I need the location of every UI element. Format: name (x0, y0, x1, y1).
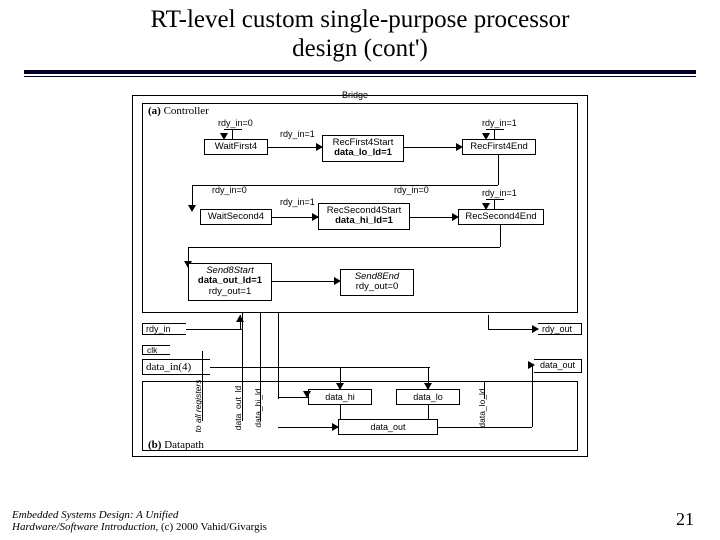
footer: Embedded Systems Design: A Unified Hardw… (12, 509, 312, 534)
edge-rdyin1-b: rdy_in=1 (482, 118, 517, 128)
edge-rdyin0-self1: rdy_in=0 (218, 118, 253, 128)
rule-thick (24, 70, 696, 74)
arrow-icon (312, 213, 319, 221)
arrow-icon (532, 325, 539, 333)
rdyout-label: rdy_out (542, 324, 572, 334)
state-send8end-act: rdy_out=0 (356, 281, 399, 292)
page-number: 21 (676, 509, 694, 530)
state-recfirst4start-name: RecFirst4Start (333, 137, 394, 148)
controller-caption-a: (a) (148, 105, 161, 117)
arrow-icon (188, 205, 196, 212)
state-send8end: Send8End rdy_out=0 (340, 269, 414, 297)
state-recfirst4end-name: RecFirst4End (470, 141, 528, 152)
arrow-icon (482, 203, 490, 210)
arrow-icon (424, 383, 432, 390)
state-send8start: Send8Start data_out_ld=1 rdy_out=1 (188, 263, 272, 302)
bridge-label: Bridge (342, 90, 368, 100)
reg-data-hi: data_hi (308, 389, 372, 405)
edge-rdyin1-d: rdy_in=1 (482, 188, 517, 198)
footer-line2-ital: Hardware/Software Introduction, (12, 521, 158, 533)
arrow-icon (316, 143, 323, 151)
reg-data-lo: data_lo (396, 389, 460, 405)
rdyin-label: rdy_in (146, 324, 171, 334)
state-recsecond4end: RecSecond4End (458, 209, 544, 226)
arrow-icon (528, 361, 535, 369)
state-waitfirst4-name: WaitFirst4 (215, 141, 257, 152)
arrow-icon (334, 277, 341, 285)
reg-data-lo-label: data_lo (413, 392, 443, 402)
arrow-icon (220, 133, 228, 140)
edge-rdyin0-c: rdy_in=0 (394, 185, 429, 195)
reg-data-hi-label: data_hi (325, 392, 355, 402)
diagram-stage: Bridge (a) Controller WaitFirst4 RecFirs… (132, 91, 588, 461)
arrow-icon (482, 133, 490, 140)
title-line2: design (cont') (292, 35, 428, 62)
reg-data-out: data_out (338, 419, 438, 435)
title-line1: RT-level custom single-purpose processor (150, 6, 569, 33)
arrow-icon (332, 423, 339, 431)
edge-rdyin1-a: rdy_in=1 (280, 129, 315, 139)
datain-label: data_in(4) (146, 361, 191, 373)
state-send8start-name: Send8Start (206, 265, 254, 276)
state-send8start-act1: data_out_ld=1 (198, 275, 262, 286)
edge-rdyin1-c: rdy_in=1 (280, 197, 315, 207)
sig-datalold-right: data_lo_ld (477, 378, 487, 438)
footer-line1: Embedded Systems Design: A Unified (12, 509, 178, 521)
state-send8start-act2: rdy_out=1 (209, 286, 252, 297)
state-waitsecond4-name: WaitSecond4 (208, 211, 264, 222)
arrow-icon (336, 383, 344, 390)
state-recsecond4end-name: RecSecond4End (465, 211, 536, 222)
state-waitfirst4: WaitFirst4 (204, 139, 268, 156)
edge-rdyin0-self2: rdy_in=0 (212, 185, 247, 195)
state-recfirst4start-act: data_lo_ld=1 (334, 147, 392, 158)
slide-title: RT-level custom single-purpose processor… (0, 0, 720, 64)
sig-datahild: data_hi_ld (253, 378, 263, 438)
state-recsecond4start-name: RecSecond4Start (327, 205, 401, 216)
state-waitsecond4: WaitSecond4 (200, 209, 272, 226)
reg-data-out-label: data_out (370, 422, 405, 432)
state-recfirst4start: RecFirst4Start data_lo_ld=1 (322, 135, 404, 163)
datapath-caption-a: (b) (148, 439, 161, 451)
dataout-label: data_out (540, 360, 575, 370)
rule-thin (24, 76, 696, 77)
controller-caption: (a) Controller (148, 105, 209, 117)
state-recsecond4start: RecSecond4Start data_hi_ld=1 (318, 203, 410, 231)
state-recfirst4end: RecFirst4End (462, 139, 536, 156)
state-recsecond4start-act: data_hi_ld=1 (335, 215, 393, 226)
arrow-icon (452, 213, 459, 221)
clk-label: clk (147, 345, 157, 355)
footer-line2-plain: (c) 2000 Vahid/Givargis (158, 521, 267, 533)
controller-caption-text: Controller (164, 105, 209, 117)
arrow-icon (456, 143, 463, 151)
state-send8end-name: Send8End (355, 271, 399, 282)
